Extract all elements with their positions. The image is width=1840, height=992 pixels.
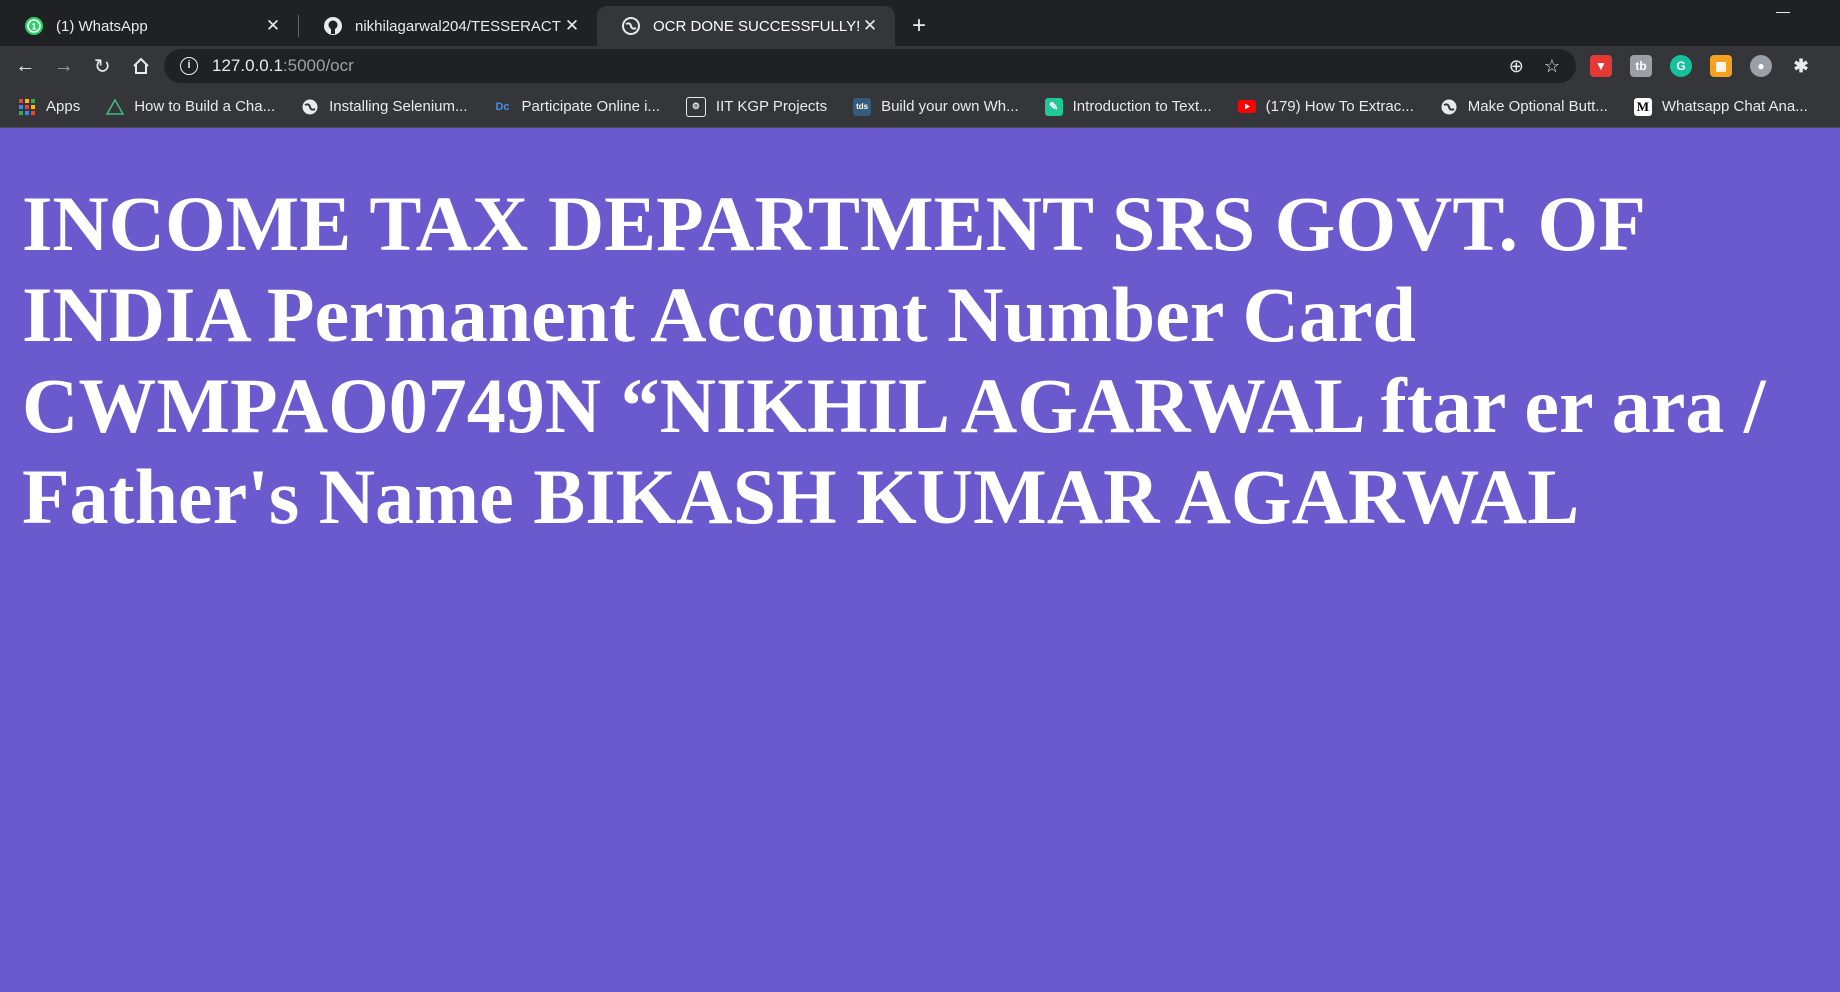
youtube-icon (1237, 98, 1256, 116)
bookmark-item[interactable]: ✎ Introduction to Text... (1044, 97, 1212, 116)
orange-extension-icon[interactable]: ▦ (1710, 55, 1732, 77)
home-button[interactable] (126, 50, 157, 82)
info-icon[interactable]: i (180, 57, 198, 75)
iit-logo-icon: ⚙ (685, 96, 706, 117)
page-content: INCOME TAX DEPARTMENT SRS GOVT. OF INDIA… (0, 128, 1840, 542)
browser-chrome: 1 (1) WhatsApp ✕ nikhilagarwal204/TESSER… (0, 0, 1840, 128)
extensions-area: ▼ tb G ▦ ● ✱ (1590, 55, 1830, 77)
bookmark-label: Build your own Wh... (881, 98, 1019, 115)
ocr-result-text: INCOME TAX DEPARTMENT SRS GOVT. OF INDIA… (22, 180, 1766, 540)
bookmark-item[interactable]: Dc Participate Online i... (494, 98, 660, 116)
bookmark-item[interactable]: Installing Selenium... (301, 98, 468, 116)
tab-strip: 1 (1) WhatsApp ✕ nikhilagarwal204/TESSER… (0, 0, 1840, 46)
globe-icon (301, 98, 319, 116)
url-path: :5000/ocr (282, 56, 354, 75)
close-icon[interactable]: ✕ (561, 15, 583, 37)
reload-button[interactable]: ↻ (87, 50, 118, 82)
bookmarks-bar: Apps How to Build a Cha... Installing Se… (0, 86, 1840, 128)
forward-button[interactable]: → (49, 50, 80, 82)
new-tab-button[interactable]: + (901, 12, 937, 40)
github-icon (323, 16, 343, 36)
toolbar: ← → ↻ i 127.0.0.1:5000/ocr ⊕ ☆ ▼ tb G ▦ … (0, 46, 1840, 86)
close-icon[interactable]: ✕ (859, 15, 881, 37)
url-host: 127.0.0.1 (212, 56, 283, 75)
tab-title: OCR DONE SUCCESSFULLY! (653, 17, 859, 35)
bookmark-label: Introduction to Text... (1072, 98, 1212, 115)
circle-extension-icon[interactable]: ● (1750, 55, 1772, 77)
bookmark-item[interactable]: How to Build a Cha... (106, 98, 275, 116)
tab-whatsapp[interactable]: 1 (1) WhatsApp ✕ (0, 6, 298, 46)
bookmark-label: Whatsapp Chat Ana... (1661, 98, 1808, 115)
tab-ocr-done[interactable]: OCR DONE SUCCESSFULLY! ✕ (597, 6, 895, 46)
bookmark-star-icon[interactable]: ☆ (1544, 56, 1560, 77)
grammarly-extension-icon[interactable]: G (1670, 55, 1692, 77)
puzzle-extensions-icon[interactable]: ✱ (1790, 55, 1812, 77)
tds-icon: tds (853, 97, 872, 116)
whatsapp-icon: 1 (24, 16, 44, 36)
back-button[interactable]: ← (10, 50, 41, 82)
tab-title: nikhilagarwal204/TESSERACT (355, 17, 561, 35)
bookmark-apps[interactable]: Apps (18, 98, 80, 116)
teal-square-icon: ✎ (1044, 97, 1063, 116)
bookmark-label: How to Build a Cha... (134, 98, 276, 115)
bookmark-label: IIT KGP Projects (715, 98, 828, 115)
bookmark-label: Make Optional Butt... (1467, 98, 1608, 115)
bookmark-item[interactable]: ⚙ IIT KGP Projects (685, 96, 828, 117)
tab-title: (1) WhatsApp (56, 17, 148, 35)
bookmark-item[interactable]: M Whatsapp Chat Ana... (1633, 97, 1808, 116)
address-bar[interactable]: i 127.0.0.1:5000/ocr ⊕ ☆ (164, 49, 1576, 83)
close-icon[interactable]: ✕ (262, 15, 284, 37)
bookmark-label: Apps (46, 98, 81, 115)
apps-grid-icon (18, 98, 36, 116)
globe-icon (621, 16, 641, 36)
svg-text:1: 1 (31, 22, 36, 32)
bookmark-label: Installing Selenium... (329, 98, 468, 115)
home-icon (133, 57, 149, 74)
medium-icon: M (1633, 97, 1652, 116)
bookmark-item[interactable]: (179) How To Extrac... (1237, 98, 1414, 116)
bookmark-label: (179) How To Extrac... (1265, 98, 1414, 115)
zoom-icon[interactable]: ⊕ (1509, 56, 1524, 77)
minimize-button[interactable] (1776, 12, 1790, 13)
pocket-extension-icon[interactable]: ▼ (1590, 55, 1612, 77)
bookmark-item[interactable]: Make Optional Butt... (1440, 98, 1608, 116)
tab-github[interactable]: nikhilagarwal204/TESSERACT ✕ (299, 6, 597, 46)
tb-extension-icon[interactable]: tb (1630, 55, 1652, 77)
bookmark-label: Participate Online i... (521, 98, 660, 115)
dc-icon: Dc (495, 100, 510, 113)
bookmark-item[interactable]: tds Build your own Wh... (853, 97, 1019, 116)
triangle-icon (106, 98, 125, 116)
globe-icon (1440, 98, 1458, 116)
